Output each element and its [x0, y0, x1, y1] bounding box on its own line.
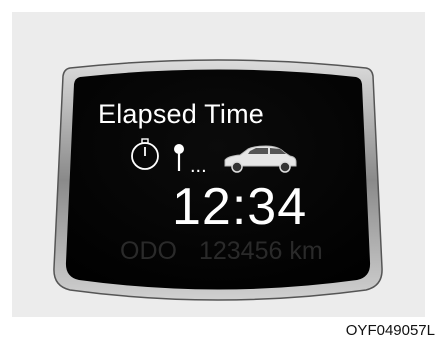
car-icon	[224, 145, 297, 173]
odometer-row: ODO 123456 km	[120, 237, 345, 266]
stopwatch-icon	[131, 138, 159, 170]
trip-icon-row: ...	[130, 138, 300, 177]
elapsed-time-title: Elapsed Time	[98, 99, 264, 129]
odometer-label: ODO	[120, 237, 177, 265]
elapsed-time-value: 12:34	[172, 178, 308, 236]
figure-code: OYF049057L	[345, 322, 435, 339]
ellipsis-dots: ...	[190, 155, 207, 174]
destination-pin-icon	[174, 144, 184, 171]
odometer-value: 123456 km	[198, 237, 323, 265]
